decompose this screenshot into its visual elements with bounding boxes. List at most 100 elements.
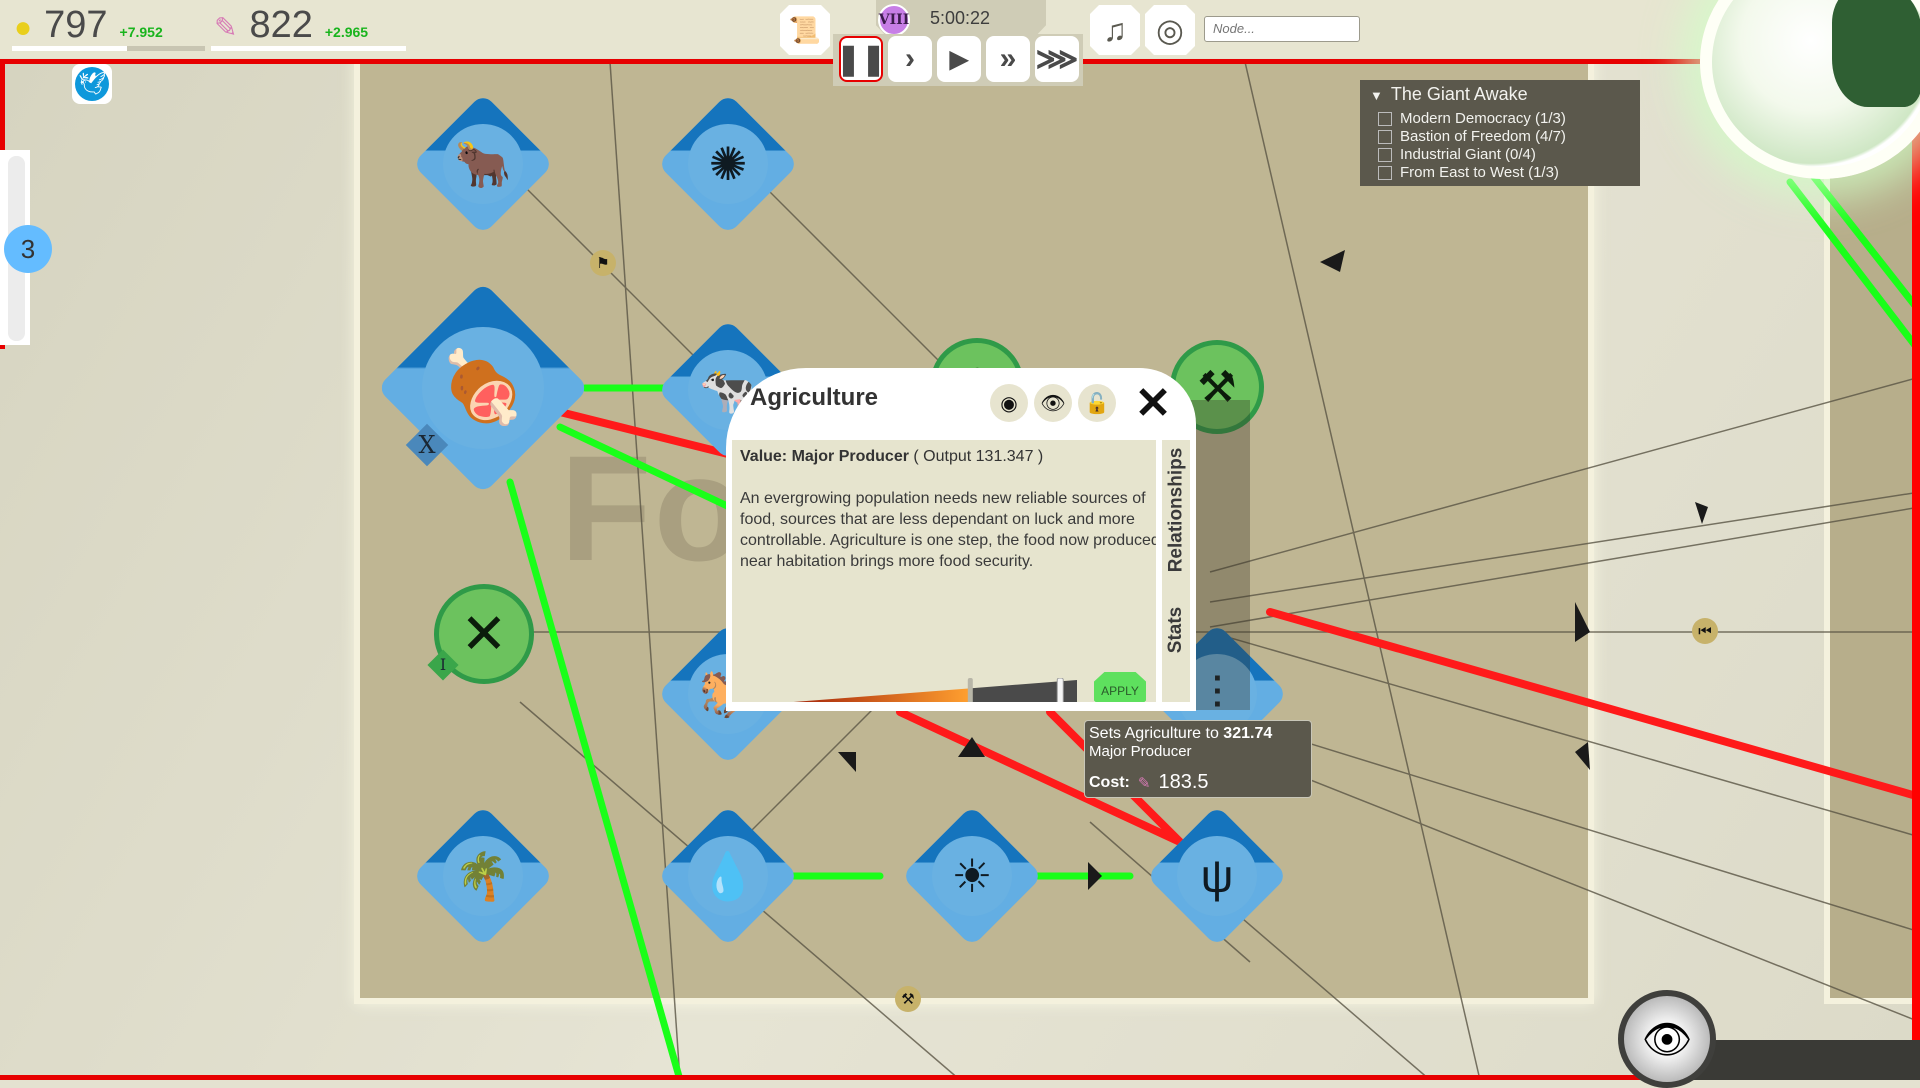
fast-forward-button[interactable]: »	[986, 36, 1030, 82]
era-badge[interactable]: VIII	[878, 4, 910, 36]
foraging-icon: ✺	[688, 124, 768, 204]
event-marker-harvest-icon[interactable]: ⚑	[590, 250, 616, 276]
node-detail-popup: Agriculture ◉ 👁 🔓 ✕ Value: Major Produce…	[726, 368, 1196, 711]
apply-tooltip: Sets Agriculture to 321.74 Major Produce…	[1084, 720, 1312, 798]
play-icon: ▶	[949, 45, 969, 73]
scroll-quill-icon: ✎	[214, 12, 238, 43]
view-mode-button[interactable]: 👁	[1618, 990, 1716, 1088]
popup-body: Value: Major Producer ( Output 131.347 )…	[732, 440, 1156, 702]
bottom-bar	[1690, 1040, 1920, 1080]
node-water[interactable]: 💧	[656, 804, 800, 948]
close-button[interactable]: ✕	[1130, 378, 1176, 428]
gold-progress-remainder	[127, 46, 205, 51]
checkbox[interactable]	[1378, 129, 1392, 144]
water-drop-icon: 💧	[688, 836, 768, 916]
alert-border-right	[1912, 120, 1920, 1080]
quest-item[interactable]: Industrial Giant (0/4)	[1378, 146, 1536, 163]
tab-stats[interactable]: Stats	[1162, 590, 1190, 670]
wetland-icon: ψ	[1177, 836, 1257, 916]
play-button[interactable]: ▶	[937, 36, 981, 82]
popup-settings-button[interactable]: ◉	[990, 384, 1028, 422]
positive-link	[1786, 178, 1920, 356]
positive-link	[506, 478, 684, 1080]
eye-icon: 👁	[1040, 392, 1066, 415]
tab-relationships[interactable]: Relationships	[1162, 440, 1190, 580]
popup-watch-button[interactable]: 👁	[1034, 384, 1072, 422]
apply-button[interactable]: APPLY	[1094, 672, 1146, 702]
checkbox[interactable]	[1378, 147, 1392, 162]
resource-gold: ● 797 +7.952	[14, 4, 163, 47]
close-icon: ✕	[1134, 378, 1172, 428]
fastest-button[interactable]: ⋙	[1035, 36, 1079, 82]
link-arrow	[1575, 742, 1590, 770]
checkbox[interactable]	[1378, 165, 1392, 180]
zoom-handle[interactable]: 3	[4, 225, 52, 273]
music-button[interactable]: ♫	[1090, 5, 1140, 55]
popup-tabs: Relationships Stats	[1162, 440, 1190, 702]
link-arrow	[1088, 862, 1102, 890]
pause-button[interactable]: ❚❚	[835, 36, 887, 82]
triangle-down-icon: ▼	[1370, 88, 1383, 103]
node-day-night-climate[interactable]: ☀	[900, 804, 1044, 948]
game-time: 5:00:22	[930, 8, 991, 28]
slider-current-fill	[793, 688, 970, 702]
link-arrow	[838, 752, 856, 772]
giant-figure-icon	[1832, 0, 1920, 107]
scroll-button[interactable]: 📜	[780, 5, 830, 55]
quest-title[interactable]: ▼ The Giant Awake	[1370, 84, 1528, 105]
node-search-input[interactable]	[1204, 16, 1360, 42]
link-line	[1209, 506, 1920, 628]
node-food[interactable]: 🍖	[375, 280, 590, 495]
gold-delta: +7.952	[119, 24, 163, 40]
settings-icon: ◎	[1156, 12, 1184, 48]
link-arrow	[1320, 250, 1345, 272]
alert-border-bottom	[0, 1075, 1920, 1080]
sun-moon-icon: ☀	[932, 836, 1012, 916]
resource-influence: ✎ 822 +2.965	[214, 4, 368, 47]
popup-value: Value: Major Producer ( Output 131.347 )	[740, 448, 1044, 465]
quest-item[interactable]: From East to West (1/3)	[1378, 164, 1559, 181]
eye-icon: 👁	[1641, 1017, 1693, 1062]
quest-item[interactable]: Bastion of Freedom (4/7)	[1378, 128, 1566, 145]
chevron-right-icon: ›	[905, 42, 915, 75]
slider-current-marker	[967, 678, 973, 702]
node-windmill-marker: I	[427, 649, 459, 681]
peace-button[interactable]: 🕊	[72, 64, 112, 104]
quest-panel: ▼ The Giant Awake Modern Democracy (1/3) …	[1360, 80, 1640, 186]
node-fishing-coast[interactable]: 🌴	[411, 804, 555, 948]
gold-value: 797	[44, 4, 108, 46]
scroll-quill-icon: ✎	[1137, 774, 1151, 792]
link-arrow	[1695, 502, 1708, 524]
node-foraging[interactable]: ✺	[656, 92, 800, 236]
link-line	[1209, 376, 1920, 573]
gold-progress-bar	[12, 46, 127, 51]
settings-button[interactable]: ◎	[1145, 5, 1195, 55]
value-slider[interactable]	[742, 678, 1082, 702]
node-plough-ox[interactable]: 🐂	[411, 92, 555, 236]
ox-plough-icon: 🐂	[443, 124, 523, 204]
link-line	[1239, 751, 1920, 1023]
pause-icon: ❚❚	[835, 42, 887, 76]
event-marker-tool-icon[interactable]: ⚒	[895, 986, 921, 1012]
node-wetland[interactable]: ψ	[1145, 804, 1289, 948]
popup-description: An evergrowing population needs new reli…	[740, 490, 1156, 570]
windmill-icon: ✕	[460, 602, 508, 665]
node-food-marker: X	[405, 423, 449, 467]
fastest-forward-icon: ⋙	[1035, 42, 1079, 76]
popup-title: Agriculture	[750, 384, 879, 411]
music-note-icon: ♫	[1103, 11, 1127, 48]
slider-target-handle	[1056, 678, 1064, 702]
checkbox[interactable]	[1378, 111, 1392, 126]
influence-delta: +2.965	[324, 24, 369, 40]
step-button[interactable]: ›	[888, 36, 932, 82]
negative-link	[1266, 608, 1920, 801]
popup-lock-button[interactable]: 🔓	[1078, 384, 1116, 422]
settings-icon: ◉	[1000, 392, 1018, 415]
quest-item[interactable]: Modern Democracy (1/3)	[1378, 110, 1566, 127]
palm-coast-icon: 🌴	[443, 836, 523, 916]
dove-icon: 🕊	[75, 67, 109, 101]
tooltip-set-value: Sets Agriculture to 321.74	[1089, 725, 1273, 742]
link-line	[1209, 631, 1920, 838]
scroll-icon: 📜	[788, 14, 822, 45]
event-marker-rewind-icon[interactable]: ⏮	[1692, 618, 1718, 644]
